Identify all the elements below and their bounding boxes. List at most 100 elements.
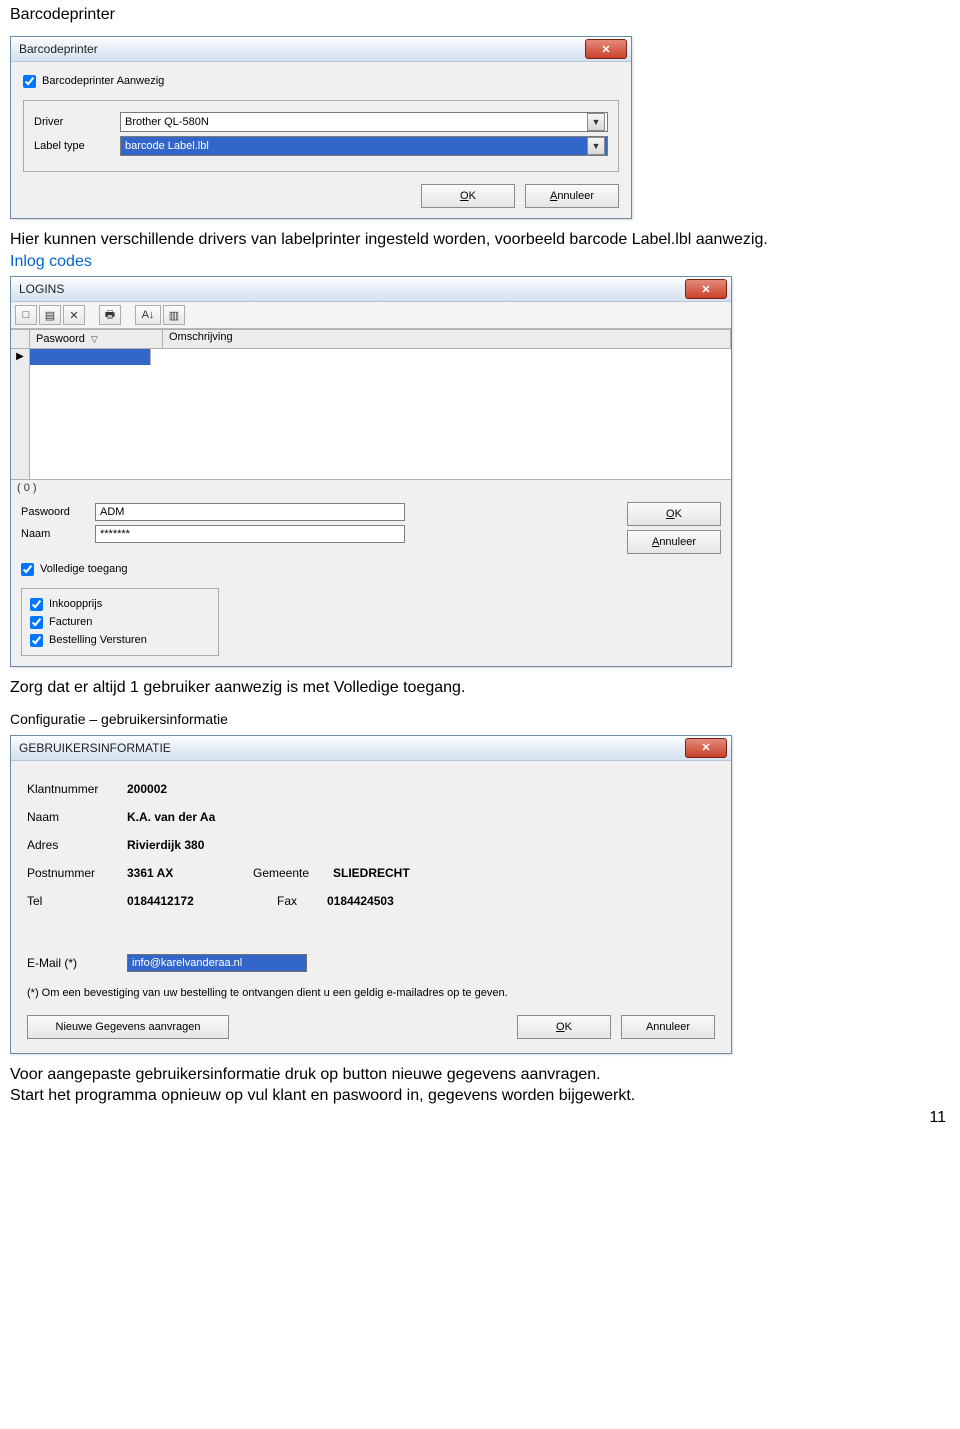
annuleer-button[interactable]: Annuleer [525,184,619,208]
print-icon[interactable]: 🖶 [99,305,121,325]
paragraph-2: Zorg dat er altijd 1 gebruiker aanwezig … [10,677,950,699]
logins-button-col: OK Annuleer [627,502,721,554]
row-indicator-icon: ▶ [11,349,30,479]
label-inkoopprijs: Inkoopprijs [49,598,102,610]
title-gebruikersinformatie: GEBRUIKERSINFORMATIE [19,741,171,755]
row-paswoord: Paswoord ADM [21,502,627,522]
row-facturen: Facturen [30,613,210,631]
label-postnummer: Postnummer [27,866,127,880]
new-icon[interactable]: □ [15,305,37,325]
ok-hotkey: O [460,190,469,202]
row-klantnummer: Klantnummer 200002 [27,775,715,803]
link-inlog-codes: Inlog codes [10,253,92,270]
annuleer-hotkey: A [550,190,557,202]
heading-barcodeprinter: Barcodeprinter [10,6,950,24]
value-adres: Rivierdijk 380 [127,838,204,852]
label-naam: Naam [21,528,95,540]
checkbox-volledige-toegang[interactable] [21,563,34,576]
label-adres: Adres [27,838,127,852]
chevron-down-icon: ▼ [587,113,605,131]
body-barcodeprinter: Barcodeprinter Aanwezig Driver Brother Q… [11,62,631,218]
naam-field[interactable]: ******* [95,525,405,543]
value-gemeente: SLIEDRECHT [333,866,410,880]
paswoord-field[interactable]: ADM [95,503,405,521]
row-naam: Naam ******* [21,524,627,544]
row-driver: Driver Brother QL-580N ▼ [34,111,608,133]
titlebar-logins: LOGINS ✕ [11,277,731,302]
paragraph-1-text: Hier kunnen verschillende drivers van la… [10,231,768,248]
row-bestelling-versturen: Bestelling Versturen [30,631,210,649]
label-gemeente: Gemeente [253,866,333,880]
nieuwe-gegevens-button[interactable]: Nieuwe Gegevens aanvragen [27,1015,229,1039]
checkbox-facturen[interactable] [30,616,43,629]
row-email: E-Mail (*) info@karelvanderaa.nl [27,949,715,977]
label-klantnummer: Klantnummer [27,782,127,796]
label-driver: Driver [34,116,120,128]
grid-header: Paswoord ▽ Omschrijving [11,329,731,349]
row-tel: Tel 0184412172 Fax 0184424503 [27,887,715,915]
combo-labeltype-value: barcode Label.lbl [125,140,209,152]
row-inkoopprijs: Inkoopprijs [30,595,210,613]
button-row-barcode: OK Annuleer [23,184,619,208]
title-barcodeprinter: Barcodeprinter [19,42,98,56]
fieldset-options: Inkoopprijs Facturen Bestelling Versture… [21,588,219,656]
paragraph-3: Configuratie – gebruikersinformatie [10,711,950,727]
page-number: 11 [10,1109,950,1127]
checkbox-barcodeprinter-aanwezig[interactable] [23,75,36,88]
combo-labeltype[interactable]: barcode Label.lbl ▼ [120,136,608,156]
fieldset-driver: Driver Brother QL-580N ▼ Label type barc… [23,100,619,172]
dialog-barcodeprinter: Barcodeprinter ✕ Barcodeprinter Aanwezig… [10,36,632,219]
delete-icon[interactable]: ✕ [63,305,85,325]
grid-corner [11,330,30,348]
label-fax: Fax [277,894,327,908]
value-tel: 0184412172 [127,894,247,908]
close-icon[interactable]: ✕ [685,738,727,758]
label-volledige-toegang: Volledige toegang [40,563,127,575]
row-postnummer: Postnummer 3361 AX Gemeente SLIEDRECHT [27,859,715,887]
body-gebruikersinformatie: Klantnummer 200002 Naam K.A. van der Aa … [11,761,731,1053]
close-icon[interactable]: ✕ [685,279,727,299]
combo-driver-value: Brother QL-580N [125,116,209,128]
label-tel: Tel [27,894,127,908]
value-postnummer: 3361 AX [127,866,217,880]
toolbar-logins: □ ▤ ✕ 🖶 A↓ ▥ [11,302,731,329]
email-field[interactable]: info@karelvanderaa.nl [127,954,307,972]
grid-cell-selected[interactable] [30,349,151,365]
row-barcodeprinter-aanwezig: Barcodeprinter Aanwezig [23,72,619,90]
close-icon[interactable]: ✕ [585,39,627,59]
row-volledige-toegang: Volledige toegang [21,560,721,578]
combo-driver[interactable]: Brother QL-580N ▼ [120,112,608,132]
ok-button[interactable]: OK [421,184,515,208]
label-barcodeprinter-aanwezig: Barcodeprinter Aanwezig [42,75,164,87]
column-paswoord-label: Paswoord [36,333,85,345]
sort-icon[interactable]: A↓ [135,305,161,325]
dialog-logins: LOGINS ✕ □ ▤ ✕ 🖶 A↓ ▥ Paswoord ▽ Omschri… [10,276,732,667]
grid-body: ▶ [11,349,731,480]
checkbox-inkoopprijs[interactable] [30,598,43,611]
sort-asc-icon: ▽ [91,334,98,345]
titlebar-gebruikersinformatie: GEBRUIKERSINFORMATIE ✕ [11,736,731,761]
annuleer-button[interactable]: Annuleer [621,1015,715,1039]
columns-icon[interactable]: ▥ [163,305,185,325]
checkbox-bestelling-versturen[interactable] [30,634,43,647]
title-logins: LOGINS [19,282,64,296]
label-naam-info: Naam [27,810,127,824]
chevron-down-icon: ▼ [587,137,605,155]
ok-button[interactable]: OK [627,502,721,526]
label-facturen: Facturen [49,616,92,628]
titlebar-barcodeprinter: Barcodeprinter ✕ [11,37,631,62]
label-labeltype: Label type [34,140,120,152]
logins-form: Paswoord ADM Naam ******* OK Annuleer Vo… [11,496,731,666]
value-klantnummer: 200002 [127,782,167,796]
column-omschrijving[interactable]: Omschrijving [163,330,731,348]
label-email: E-Mail (*) [27,956,127,970]
row-adres: Adres Rivierdijk 380 [27,831,715,859]
ok-button[interactable]: OK [517,1015,611,1039]
annuleer-button[interactable]: Annuleer [627,530,721,554]
row-naam-info: Naam K.A. van der Aa [27,803,715,831]
dialog-gebruikersinformatie: GEBRUIKERSINFORMATIE ✕ Klantnummer 20000… [10,735,732,1054]
label-paswoord: Paswoord [21,506,95,518]
column-paswoord[interactable]: Paswoord ▽ [30,330,163,348]
open-icon[interactable]: ▤ [39,305,61,325]
label-bestelling-versturen: Bestelling Versturen [49,634,147,646]
